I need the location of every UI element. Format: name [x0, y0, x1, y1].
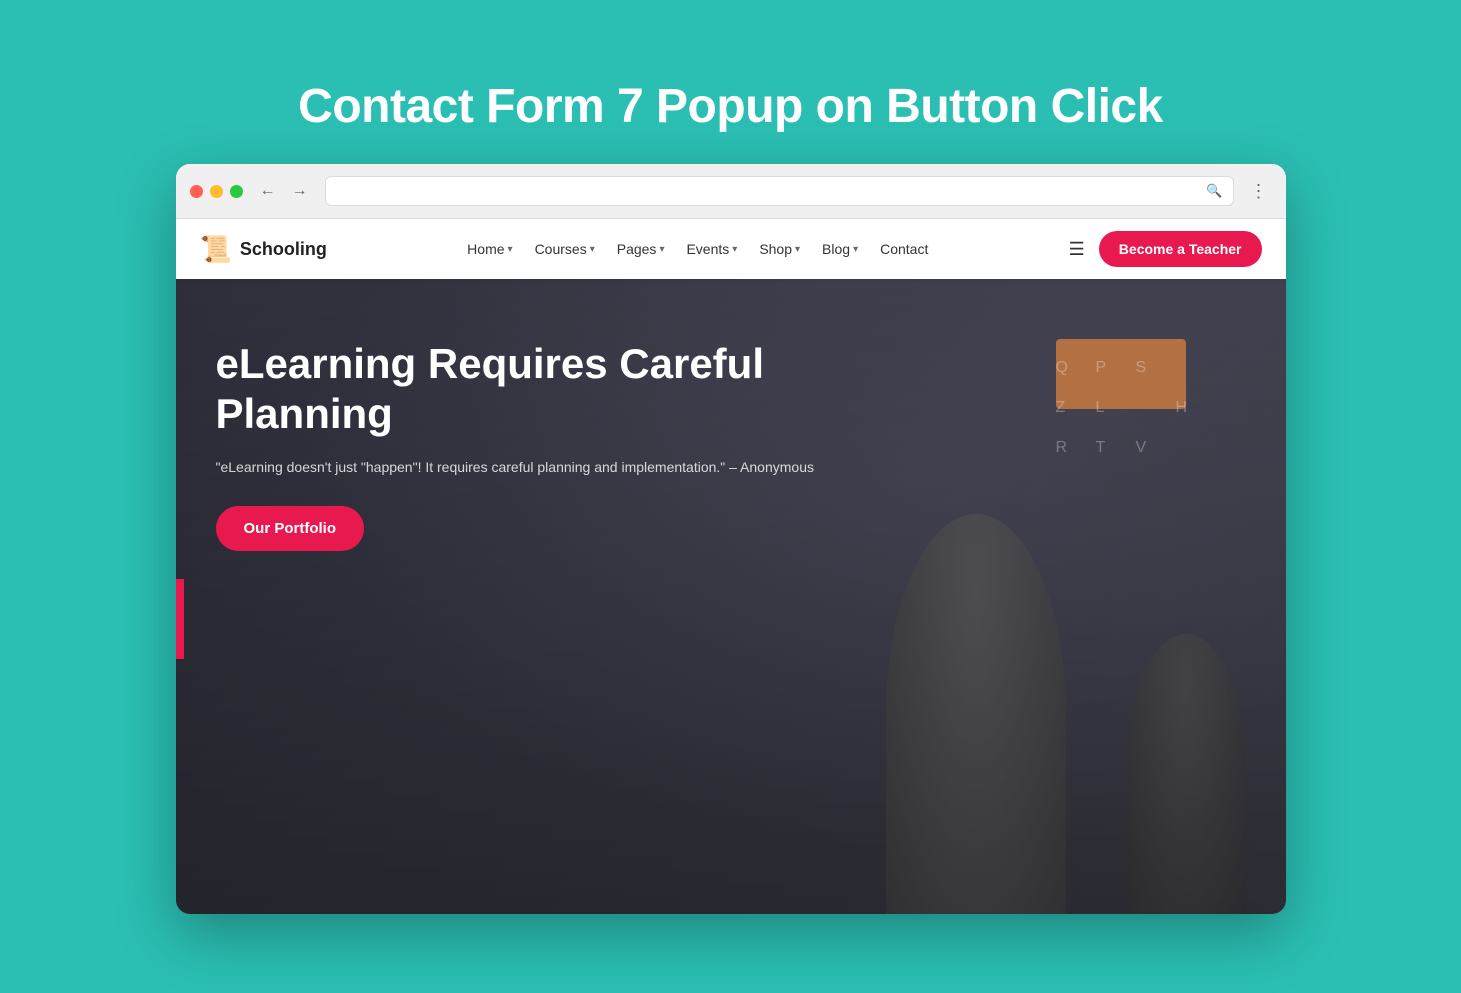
- maximize-button[interactable]: [230, 185, 243, 198]
- hero-subtitle: "eLearning doesn't just "happen"! It req…: [216, 456, 836, 478]
- website-content: 📜 Schooling Home ▾ Courses ▾ Pages ▾ Eve…: [176, 219, 1286, 914]
- browser-window: ← → 🔍 ⋮ 📜 Schooling Home ▾ Courses: [176, 164, 1286, 914]
- nav-buttons: ← →: [255, 178, 313, 204]
- nav-link-shop-label: Shop: [759, 241, 792, 257]
- board-letter: R: [1056, 439, 1086, 469]
- nav-link-courses-label: Courses: [535, 241, 587, 257]
- nav-link-pages[interactable]: Pages ▾: [617, 241, 665, 257]
- our-portfolio-button[interactable]: Our Portfolio: [216, 506, 365, 551]
- nav-link-home-label: Home: [467, 241, 504, 257]
- nav-link-blog[interactable]: Blog ▾: [822, 241, 858, 257]
- board-letter: L: [1096, 399, 1126, 429]
- nav-link-contact[interactable]: Contact: [880, 241, 928, 257]
- chevron-down-icon: ▾: [795, 244, 800, 255]
- board-letter: V: [1136, 439, 1166, 469]
- board-letter: H: [1176, 399, 1206, 429]
- nav-link-blog-label: Blog: [822, 241, 850, 257]
- person-silhouette-2: [1126, 634, 1246, 914]
- nav-link-contact-label: Contact: [880, 241, 928, 257]
- become-teacher-button[interactable]: Become a Teacher: [1099, 231, 1262, 267]
- search-icon: 🔍: [1206, 183, 1222, 199]
- site-logo: 📜 Schooling: [200, 234, 327, 265]
- address-bar[interactable]: 🔍: [325, 176, 1234, 206]
- site-nav-links: Home ▾ Courses ▾ Pages ▾ Events ▾ Shop: [467, 241, 928, 257]
- back-button[interactable]: ←: [255, 178, 281, 204]
- chevron-down-icon: ▾: [853, 244, 858, 255]
- chevron-down-icon: ▾: [732, 244, 737, 255]
- board-letters: Q P S Z L H R T V: [1056, 359, 1206, 469]
- board-letter: Q: [1056, 359, 1086, 389]
- close-button[interactable]: [190, 185, 203, 198]
- nav-link-pages-label: Pages: [617, 241, 657, 257]
- board-letter: [1136, 399, 1166, 429]
- chevron-down-icon: ▾: [659, 244, 664, 255]
- board-letter: [1176, 359, 1206, 389]
- person-silhouette-1: [886, 514, 1066, 914]
- logo-icon: 📜: [200, 234, 232, 265]
- forward-button[interactable]: →: [287, 178, 313, 204]
- hamburger-icon[interactable]: ☰: [1069, 239, 1085, 260]
- board-letter: Z: [1056, 399, 1086, 429]
- traffic-lights: [190, 185, 243, 198]
- browser-chrome: ← → 🔍 ⋮: [176, 164, 1286, 219]
- site-navbar: 📜 Schooling Home ▾ Courses ▾ Pages ▾ Eve…: [176, 219, 1286, 279]
- hero-title: eLearning Requires Careful Planning: [216, 339, 836, 440]
- hero-content: eLearning Requires Careful Planning "eLe…: [176, 279, 876, 591]
- browser-menu-icon[interactable]: ⋮: [1246, 179, 1272, 204]
- board-letter: P: [1096, 359, 1126, 389]
- nav-link-events-label: Events: [686, 241, 729, 257]
- board-letter: S: [1136, 359, 1166, 389]
- chevron-down-icon: ▾: [508, 244, 513, 255]
- minimize-button[interactable]: [210, 185, 223, 198]
- page-title: Contact Form 7 Popup on Button Click: [298, 79, 1163, 134]
- board-letter: T: [1096, 439, 1126, 469]
- nav-link-courses[interactable]: Courses ▾: [535, 241, 595, 257]
- chevron-down-icon: ▾: [590, 244, 595, 255]
- nav-link-events[interactable]: Events ▾: [686, 241, 737, 257]
- nav-link-shop[interactable]: Shop ▾: [759, 241, 800, 257]
- nav-link-home[interactable]: Home ▾: [467, 241, 512, 257]
- nav-right: ☰ Become a Teacher: [1069, 231, 1262, 267]
- logo-text: Schooling: [240, 239, 327, 260]
- hero-section: Q P S Z L H R T V eLearning Requires Car…: [176, 279, 1286, 914]
- url-input[interactable]: [336, 184, 1207, 199]
